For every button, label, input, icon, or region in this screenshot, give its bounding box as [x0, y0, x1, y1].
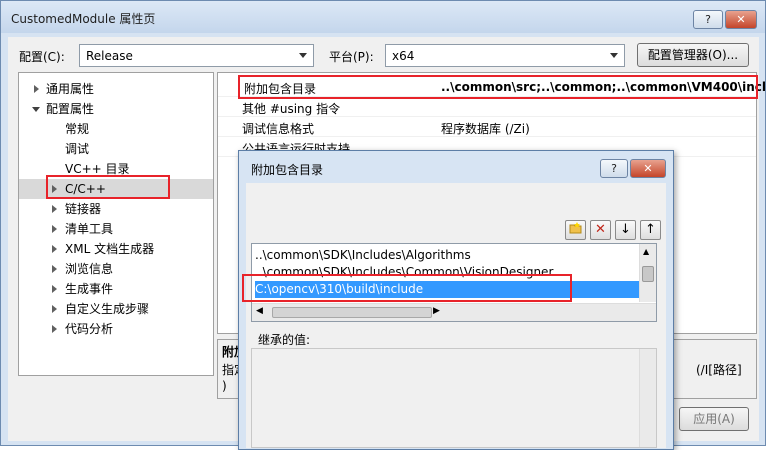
tree-item-label: 自定义生成步骤 — [65, 302, 150, 316]
tree-item-label: 清单工具 — [65, 222, 114, 236]
include-dirs-list[interactable]: ..\common\SDK\Includes\Algorithms ..\com… — [242, 243, 657, 322]
vertical-scrollbar[interactable] — [639, 349, 656, 447]
highlight-box-cpp — [46, 175, 170, 199]
include-dirs-dialog: 附加包含目录 ? ✕ ✕ ↓ ↑ ..\common\SDK\Includes\… — [238, 150, 674, 450]
tree-item-code-analysis[interactable]: 代码分析 — [19, 319, 213, 339]
collapse-icon[interactable] — [32, 107, 40, 112]
inherited-values — [251, 348, 657, 448]
new-line-icon[interactable] — [565, 220, 586, 240]
description-text: ) — [222, 379, 227, 393]
dialog-body: ✕ ↓ ↑ ..\common\SDK\Includes\Algorithms … — [242, 183, 666, 448]
tree-item-label: 配置属性 — [46, 102, 95, 116]
tree-item-label: 代码分析 — [65, 322, 114, 336]
tree-item-label: 常规 — [65, 122, 90, 136]
config-label: 配置(C): — [19, 50, 65, 64]
tree-item-debug[interactable]: 调试 — [19, 139, 213, 159]
platform-value: x64 — [392, 49, 415, 63]
tree-item-build-events[interactable]: 生成事件 — [19, 279, 213, 299]
expand-icon[interactable] — [52, 285, 57, 293]
tree-item-general[interactable]: 常规 — [19, 119, 213, 139]
config-manager-button[interactable]: 配置管理器(O)... — [637, 43, 749, 67]
move-down-icon[interactable]: ↓ — [615, 220, 636, 240]
expand-icon[interactable] — [52, 245, 57, 253]
tree-item-browse-info[interactable]: 浏览信息 — [19, 259, 213, 279]
title-bar: CustomedModule 属性页 ? ✕ — [1, 1, 765, 33]
grid-row-debug-format[interactable]: 调试信息格式 程序数据库 (/Zi) — [218, 117, 756, 137]
config-select[interactable]: Release — [79, 44, 314, 67]
tree-item-label: 链接器 — [65, 202, 102, 216]
highlight-box-opencv — [242, 274, 572, 302]
property-name: 其他 #using 指令 — [242, 102, 341, 116]
highlight-box-include-dirs — [238, 75, 758, 99]
tree-item-label: 生成事件 — [65, 282, 114, 296]
dialog-title: 附加包含目录 — [251, 163, 324, 177]
description-switch: (/I[路径] — [696, 363, 742, 377]
grid-row-using[interactable]: 其他 #using 指令 — [218, 97, 756, 117]
apply-button[interactable]: 应用(A) — [679, 407, 749, 431]
close-button[interactable]: ✕ — [725, 10, 757, 29]
chevron-down-icon — [610, 53, 618, 58]
vertical-scrollbar[interactable]: ▲ — [639, 244, 656, 302]
move-up-icon[interactable]: ↑ — [640, 220, 661, 240]
expand-icon[interactable] — [52, 205, 57, 213]
scroll-right-icon[interactable]: ▶ — [433, 306, 440, 316]
scroll-up-icon[interactable]: ▲ — [643, 247, 652, 256]
dialog-close-button[interactable]: ✕ — [630, 159, 666, 178]
inherited-label: 继承的值: — [258, 333, 311, 347]
scroll-thumb[interactable] — [272, 307, 432, 318]
property-name: 调试信息格式 — [242, 122, 315, 136]
expand-icon[interactable] — [34, 85, 39, 93]
scroll-thumb[interactable] — [642, 266, 654, 282]
delete-icon[interactable]: ✕ — [590, 220, 611, 240]
dialog-help-button[interactable]: ? — [600, 159, 628, 178]
tree-item-label: 通用属性 — [46, 82, 95, 96]
tree-item-label: XML 文档生成器 — [65, 242, 155, 256]
tree-item-xml-doc[interactable]: XML 文档生成器 — [19, 239, 213, 259]
horizontal-scrollbar[interactable]: ◀ ▶ — [252, 303, 656, 321]
list-item[interactable]: ..\common\SDK\Includes\Algorithms — [255, 247, 471, 264]
platform-label: 平台(P): — [329, 50, 374, 64]
property-value[interactable]: 程序数据库 (/Zi) — [441, 120, 530, 137]
window-title: CustomedModule 属性页 — [11, 12, 156, 26]
tree-item-linker[interactable]: 链接器 — [19, 199, 213, 219]
expand-icon[interactable] — [52, 265, 57, 273]
property-tree: 通用属性 配置属性 常规 调试 VC++ 目录 C/C++ 链接器 清单工具 X… — [18, 72, 214, 376]
expand-icon[interactable] — [52, 225, 57, 233]
expand-icon[interactable] — [52, 325, 57, 333]
platform-select[interactable]: x64 — [385, 44, 625, 67]
tree-item-label: 浏览信息 — [65, 262, 114, 276]
tree-item-common-props[interactable]: 通用属性 — [19, 79, 213, 99]
expand-icon[interactable] — [52, 305, 57, 313]
tree-item-custom-build[interactable]: 自定义生成步骤 — [19, 299, 213, 319]
tree-item-label: 调试 — [65, 142, 90, 156]
help-button[interactable]: ? — [693, 10, 723, 29]
tree-item-manifest[interactable]: 清单工具 — [19, 219, 213, 239]
tree-item-config-props[interactable]: 配置属性 — [19, 99, 213, 119]
config-value: Release — [86, 49, 133, 63]
scroll-left-icon[interactable]: ◀ — [256, 306, 263, 316]
chevron-down-icon — [299, 53, 307, 58]
